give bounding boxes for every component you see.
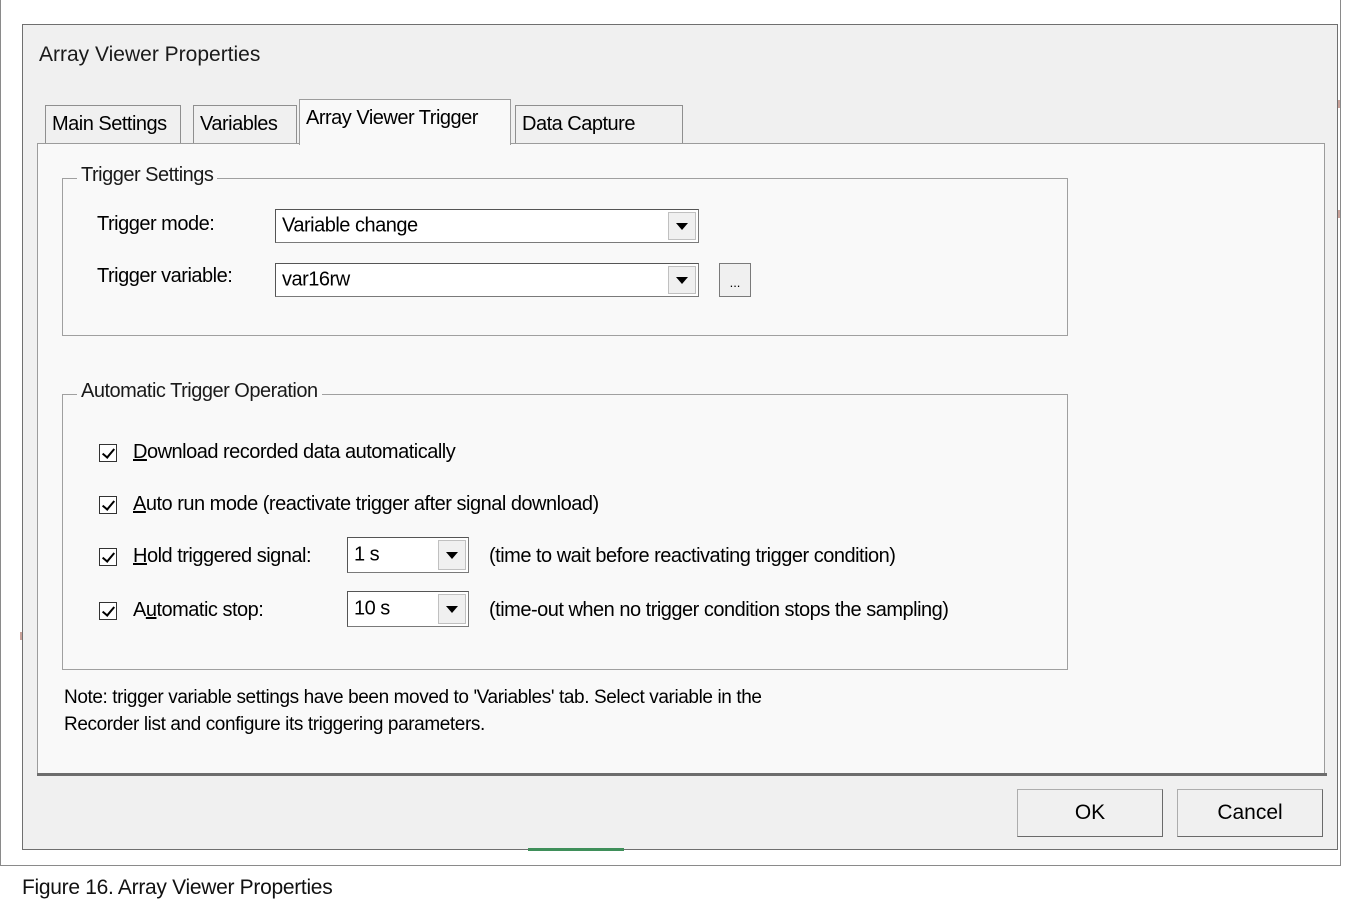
chevron-down-icon[interactable]	[668, 266, 696, 294]
stop-timeout-select[interactable]: 10 s	[347, 591, 469, 627]
hold-triggered-label: Hold triggered signal:	[133, 545, 312, 567]
hold-time-value: 1 s	[354, 543, 380, 566]
accent-line	[528, 848, 624, 851]
hold-time-select[interactable]: 1 s	[347, 537, 469, 573]
group-label: Automatic Trigger Operation	[77, 380, 322, 403]
figure-caption: Figure 16. Array Viewer Properties	[22, 876, 333, 899]
chevron-down-icon[interactable]	[668, 212, 696, 240]
hold-triggered-checkbox[interactable]	[99, 547, 117, 566]
stop-timeout-value: 10 s	[354, 597, 390, 620]
download-automatically-option[interactable]: Download recorded data automatically	[99, 441, 456, 464]
automatic-trigger-group: Automatic Trigger Operation Download rec…	[62, 380, 1068, 670]
download-automatically-label: Download recorded data automatically	[133, 441, 456, 463]
tab-label: Data Capture	[522, 113, 635, 135]
download-automatically-checkbox[interactable]	[99, 443, 117, 462]
automatic-stop-label: Automatic stop:	[133, 599, 264, 621]
chevron-down-icon[interactable]	[438, 540, 466, 570]
panel-border	[37, 773, 1327, 776]
tab-label: Main Settings	[52, 113, 167, 135]
trigger-variable-select[interactable]: var16rw	[275, 263, 699, 297]
group-label: Trigger Settings	[77, 164, 218, 187]
tab-variables[interactable]: Variables	[193, 105, 297, 143]
auto-run-option[interactable]: Auto run mode (reactivate trigger after …	[99, 493, 599, 516]
dialog-title: Array Viewer Properties	[39, 43, 261, 66]
cancel-button[interactable]: Cancel	[1177, 789, 1323, 837]
trigger-mode-label: Trigger mode:	[97, 213, 215, 235]
trigger-variable-value: var16rw	[282, 268, 350, 291]
auto-run-label: Auto run mode (reactivate trigger after …	[133, 493, 599, 515]
edge-mark	[1338, 210, 1340, 218]
browse-variable-button[interactable]: ...	[719, 263, 751, 297]
hold-time-hint: (time to wait before reactivating trigge…	[489, 545, 896, 567]
edge-mark	[1338, 100, 1340, 108]
note-line: Note: trigger variable settings have bee…	[64, 687, 762, 708]
note-line: Recorder list and configure its triggeri…	[64, 714, 485, 735]
trigger-mode-select[interactable]: Variable change	[275, 209, 699, 243]
trigger-settings-group: Trigger Settings Trigger mode: Variable …	[62, 164, 1068, 336]
automatic-stop-checkbox[interactable]	[99, 601, 117, 620]
trigger-note: Note: trigger variable settings have bee…	[64, 684, 964, 738]
tab-array-viewer-trigger[interactable]: Array Viewer Trigger	[299, 99, 511, 145]
tab-label: Variables	[200, 113, 278, 135]
ok-button[interactable]: OK	[1017, 789, 1163, 837]
hold-triggered-option[interactable]: Hold triggered signal:	[99, 545, 312, 568]
tab-panel: Trigger Settings Trigger mode: Variable …	[37, 143, 1325, 775]
automatic-stop-option[interactable]: Automatic stop:	[99, 599, 264, 622]
tab-main-settings[interactable]: Main Settings	[45, 105, 181, 143]
tab-data-capture[interactable]: Data Capture	[515, 105, 683, 143]
stop-timeout-hint: (time-out when no trigger condition stop…	[489, 599, 949, 621]
array-viewer-properties-dialog: Array Viewer Properties Main Settings Va…	[22, 24, 1338, 850]
chevron-down-icon[interactable]	[438, 594, 466, 624]
auto-run-checkbox[interactable]	[99, 495, 117, 514]
tab-label: Array Viewer Trigger	[306, 107, 478, 129]
trigger-variable-label: Trigger variable:	[97, 265, 233, 287]
trigger-mode-value: Variable change	[282, 214, 418, 237]
